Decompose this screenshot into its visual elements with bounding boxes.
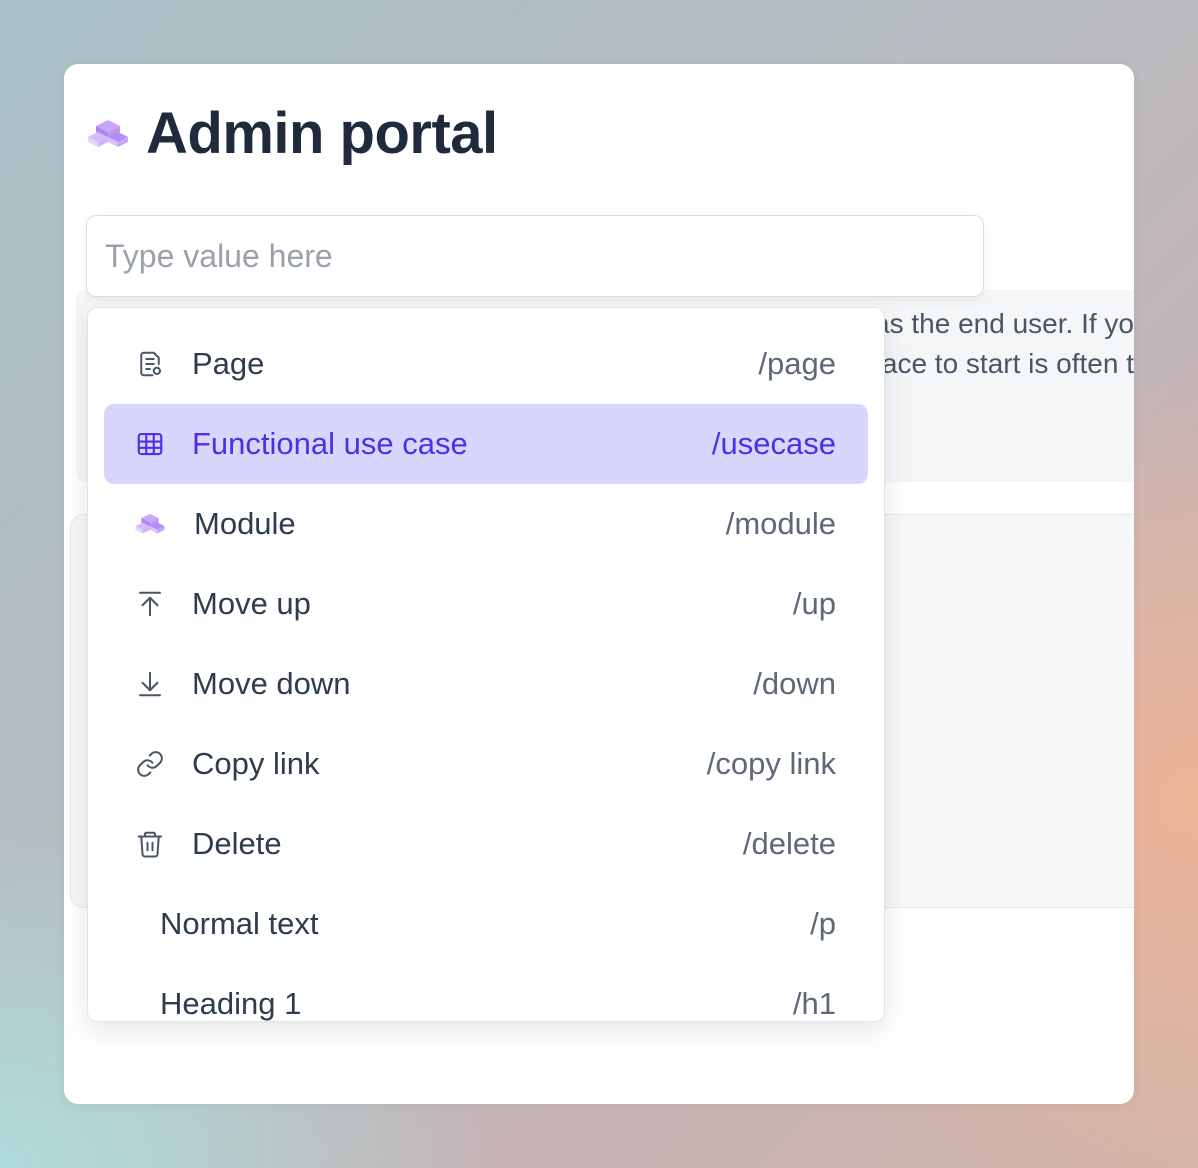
menu-item-label: Move down (192, 666, 351, 701)
menu-item-page[interactable]: Page /page (104, 324, 868, 404)
menu-item-label: Delete (192, 826, 282, 861)
trash-icon (134, 828, 166, 860)
menu-item-label: Functional use case (192, 426, 468, 461)
page-icon (134, 348, 166, 380)
menu-item-label: Normal text (160, 906, 319, 941)
menu-item-move-up[interactable]: Move up /up (104, 564, 868, 644)
menu-item-label: Copy link (192, 746, 320, 781)
search-input[interactable] (87, 216, 983, 296)
menu-item-shortcut: /h1 (792, 986, 836, 1021)
module-cubes-icon (134, 508, 166, 540)
title-row: Admin portal (86, 102, 498, 166)
menu-item-move-down[interactable]: Move down /down (104, 644, 868, 724)
module-cubes-icon (88, 120, 128, 147)
menu-item-module[interactable]: Module /module (104, 484, 868, 564)
menu-item-shortcut: /delete (742, 826, 836, 861)
grid-table-icon (134, 428, 166, 460)
menu-item-label: Page (192, 346, 265, 381)
menu-item-shortcut: /page (758, 346, 836, 381)
menu-item-heading-1[interactable]: Heading 1 /h1 (104, 964, 868, 1021)
menu-item-label: Move up (192, 586, 311, 621)
page-title: Admin portal (146, 101, 498, 166)
arrow-down-to-line-icon (134, 668, 166, 700)
menu-item-shortcut: /usecase (711, 426, 836, 461)
menu-item-delete[interactable]: Delete /delete (104, 804, 868, 884)
menu-item-functional-use-case[interactable]: Functional use case /usecase (104, 404, 868, 484)
menu-item-normal-text[interactable]: Normal text /p (104, 884, 868, 964)
menu-item-shortcut: /up (792, 586, 836, 621)
menu-item-shortcut: /copy link (706, 746, 836, 781)
menu-item-label: Heading 1 (160, 986, 302, 1021)
menu-item-label: Module (194, 506, 296, 541)
link-icon (134, 748, 166, 780)
menu-item-shortcut: /p (810, 906, 836, 941)
search-field[interactable] (86, 215, 984, 297)
admin-portal-card: Admin portal This module is designed as … (64, 64, 1134, 1104)
slash-command-menu: Page /page Functional use case /usecase (87, 307, 885, 1022)
menu-item-copy-link[interactable]: Copy link /copy link (104, 724, 868, 804)
menu-item-shortcut: /down (753, 666, 836, 701)
menu-item-shortcut: /module (725, 506, 836, 541)
arrow-up-to-line-icon (134, 588, 166, 620)
